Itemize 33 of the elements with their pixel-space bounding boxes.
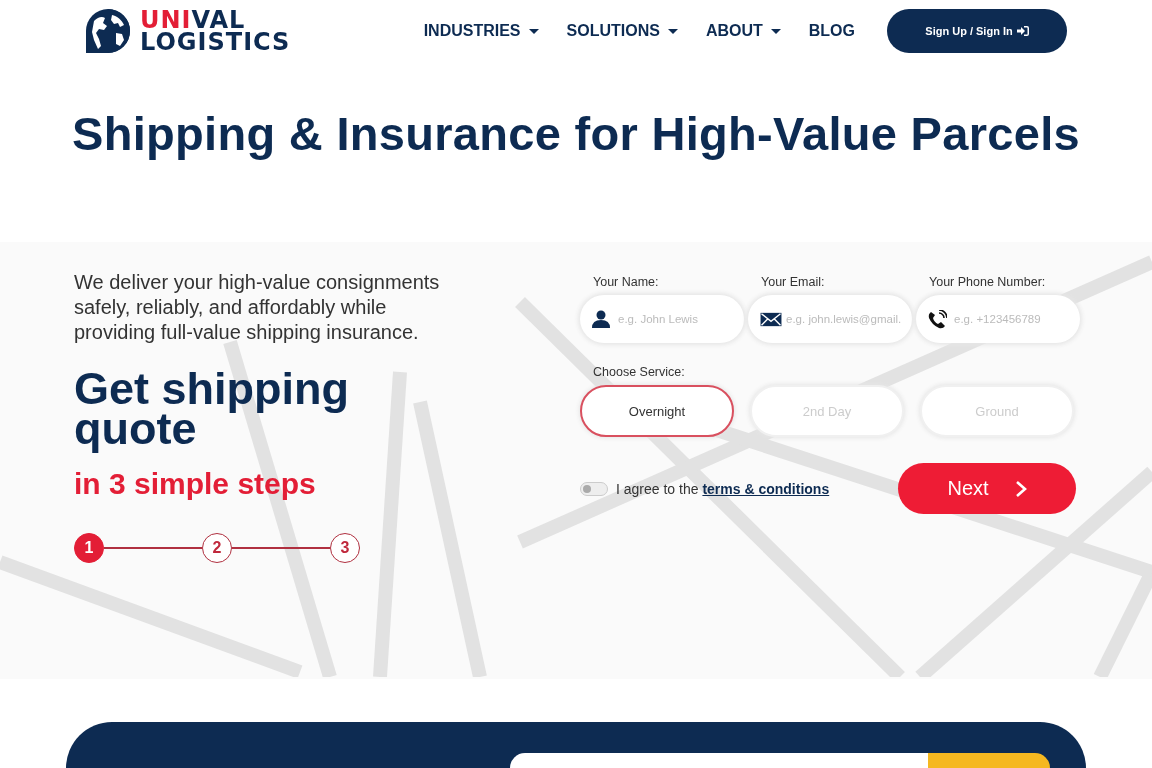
quote-heading: Get shipping quote	[74, 369, 350, 455]
page-title: Shipping & Insurance for High-Value Parcels	[71, 106, 1081, 162]
nav-link[interactable]: BLOG	[808, 22, 855, 40]
steps-subheading: in 3 simple steps	[74, 467, 317, 501]
terms-link[interactable]: terms & conditions	[702, 480, 830, 497]
next-button[interactable]: Next	[898, 463, 1076, 514]
field-label: Your Phone Number:	[928, 275, 1047, 289]
field-label: Your Name:	[592, 275, 660, 289]
agree-toggle[interactable]	[580, 481, 608, 496]
caret-icon	[528, 28, 539, 34]
chevron-right-icon	[1014, 479, 1027, 498]
nav-link[interactable]: INDUSTRIES	[423, 22, 539, 40]
nav-link[interactable]: ABOUT	[705, 22, 781, 40]
tracking-field[interactable]	[510, 753, 928, 768]
agree-text: I agree to the terms & conditions	[616, 480, 830, 497]
nav-link[interactable]: SOLUTIONS	[566, 22, 678, 40]
input-field[interactable]: e.g. John Lewis	[580, 295, 744, 343]
sign-in-icon	[1016, 26, 1029, 36]
logo-text-top: UNIVAL	[140, 9, 246, 31]
sign-in-button[interactable]: Sign Up / Sign In	[887, 9, 1067, 53]
globe-icon	[84, 7, 132, 55]
caret-icon	[667, 28, 678, 34]
field-label: Your Email:	[760, 275, 826, 289]
service-option[interactable]: Overnight	[580, 385, 734, 437]
logo-text-bottom: LOGISTICS	[140, 31, 291, 53]
description-text: We deliver your high-value consignments safely, reliably, and affordably while providing full-value shipping insurance.	[74, 270, 441, 345]
caret-icon	[770, 28, 781, 34]
service-label: Choose Service:	[592, 365, 686, 379]
step-indicator: 1	[74, 533, 104, 563]
input-field[interactable]: e.g. john.lewis@gmail.	[748, 295, 912, 343]
step-indicator: 2	[202, 533, 232, 563]
input-field[interactable]: e.g. +123456789	[916, 295, 1080, 343]
step-indicator: 3	[330, 533, 360, 563]
